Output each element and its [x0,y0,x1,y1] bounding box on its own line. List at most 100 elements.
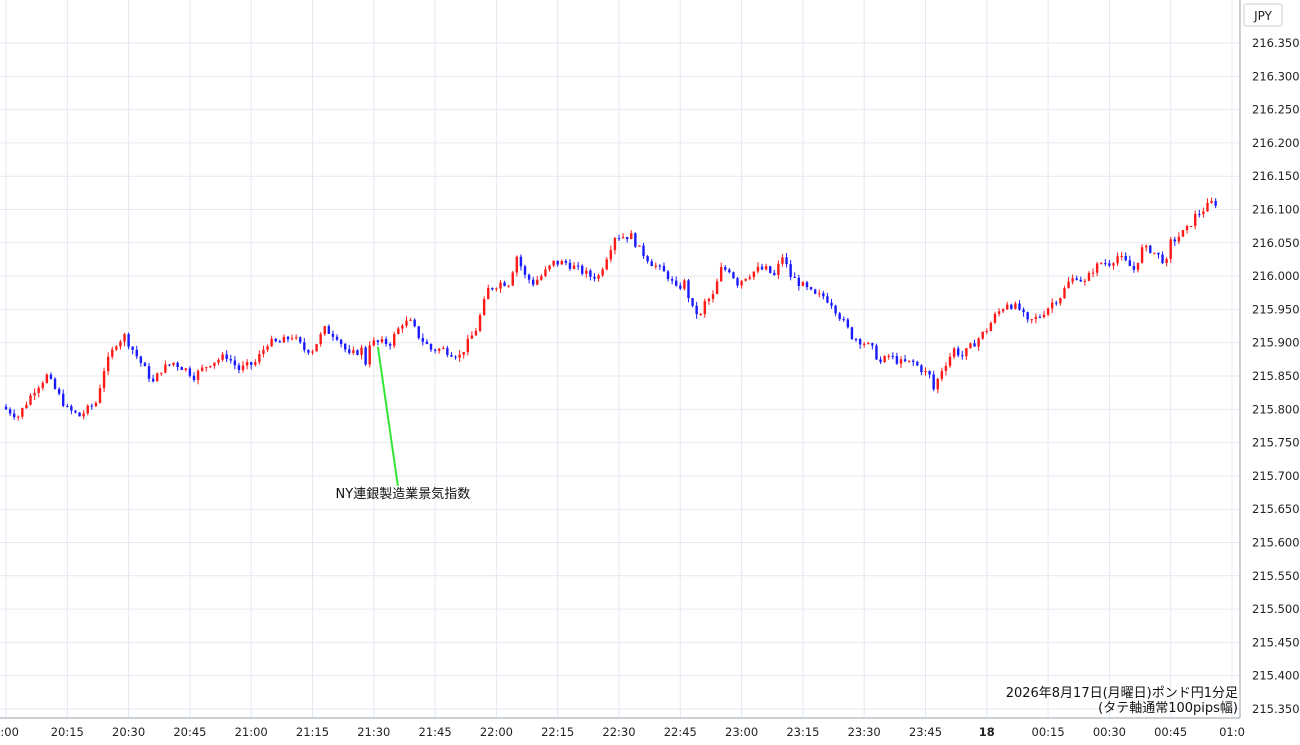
x-tick-label: 20:30 [112,725,145,739]
candle-body [482,299,486,316]
candle-body [237,365,241,371]
candle [654,262,657,270]
candle-body [62,393,65,406]
candle-body [854,339,858,341]
candle [793,272,796,278]
candle-body [176,362,179,368]
candle [662,262,666,272]
candle [1055,300,1058,306]
candle-body [462,352,465,355]
candle [887,354,890,360]
candle [437,347,441,354]
candle-body [1026,312,1029,320]
candle-body [1042,314,1046,318]
candle-body [290,338,294,340]
candle [331,330,335,341]
candle [707,297,711,305]
candle-body [286,336,290,340]
candle [981,331,984,340]
candle-body [822,293,825,297]
candle [540,274,543,281]
candle-body [887,355,890,357]
candle [12,409,16,420]
candle [1198,209,1201,218]
candle-body [1181,230,1185,237]
candle-body [724,267,727,270]
candle-body [646,256,649,262]
candle [1014,301,1017,310]
candle-body [981,331,984,339]
candle-body [90,405,94,407]
candle-body [1100,263,1103,265]
candle [740,280,743,289]
candle-body [1210,200,1213,203]
candle [879,356,882,365]
candle-body [621,236,625,239]
candle-body [299,337,302,343]
candle [278,339,282,343]
x-tick-label: 0:00 [0,725,19,739]
candle [98,384,102,404]
candle [421,333,425,346]
candle-body [127,334,130,347]
candle-body [78,412,81,417]
candle-body [1063,288,1066,299]
x-tick-label: 21:45 [419,725,452,739]
candle [49,372,53,380]
candle [838,311,841,322]
chart-caption-line2: (タテ軸通常100pips幅) [1098,701,1238,716]
candle [871,342,874,350]
candle [127,332,130,350]
candle [139,355,143,367]
candle [491,287,494,291]
annotation: NY連銀製造業景気指数 [336,346,470,502]
candle [850,326,854,340]
candle-body [339,339,343,344]
candle-body [425,341,429,345]
candle-body [225,354,228,360]
y-tick-label: 216.050 [1252,236,1300,250]
candle-body [1202,211,1205,215]
candle [335,334,339,342]
candle [711,290,715,303]
candle-body [719,267,723,282]
candle-body [409,319,412,321]
candle [846,317,850,329]
candle-body [245,362,249,366]
candle-body [728,269,731,273]
candle [883,355,886,363]
y-tick-label: 215.750 [1252,436,1300,450]
candle-body [205,367,208,369]
candle [86,404,89,416]
candle [164,360,167,374]
candle-body [916,362,919,366]
candle [858,338,862,349]
x-tick-label: 20:15 [51,725,84,739]
candle-body [928,371,931,375]
candle [556,260,559,267]
candle-body [111,349,114,357]
candle [1165,257,1168,267]
candle [764,263,768,271]
candle [1124,252,1127,262]
candle [944,362,948,376]
candle [499,280,502,293]
candle-body [785,257,788,265]
annotation-line [376,346,399,487]
candle [82,410,85,420]
candle [258,350,261,365]
candle [192,372,196,383]
candle-body [1140,247,1144,263]
candle [147,362,151,383]
candle [115,344,118,352]
candle-body [274,338,277,342]
candle [691,298,694,308]
candle-body [123,334,126,342]
candle-body [609,250,613,260]
candle-body [1169,239,1172,259]
candle [589,268,592,281]
candle [413,318,416,328]
candle-body [924,371,927,373]
candle-body [1116,256,1119,264]
y-tick-label: 215.800 [1252,402,1300,416]
